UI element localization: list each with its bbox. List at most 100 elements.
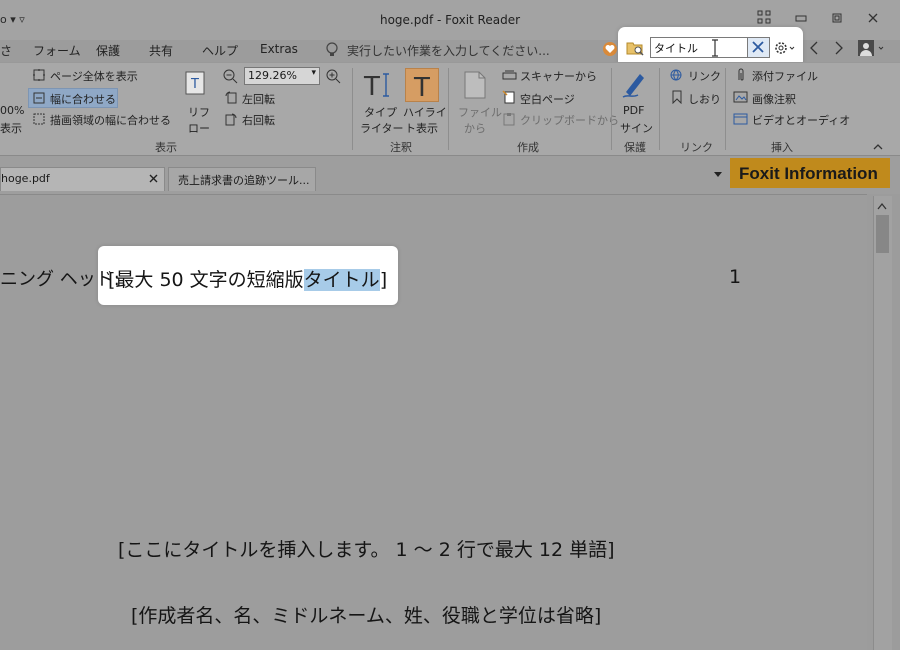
scroll-up-icon[interactable]: [876, 200, 888, 214]
ribbon-divider: [725, 68, 726, 150]
typewriter-icon: T: [362, 70, 394, 103]
pen-sign-icon: [620, 70, 648, 103]
page-number: 1: [729, 266, 742, 288]
clear-search-button[interactable]: [748, 37, 770, 58]
zoom-in-icon[interactable]: [325, 68, 341, 87]
search-settings-icon[interactable]: [773, 40, 795, 59]
fit-visible-icon: [32, 112, 46, 129]
restore-icon[interactable]: [827, 12, 847, 27]
full-page-icon: [32, 68, 46, 85]
group-label-insert: 挿入: [771, 141, 793, 154]
pdf-sign-label-2[interactable]: サイン: [620, 120, 653, 136]
from-scanner-button[interactable]: スキャナーから: [520, 68, 597, 84]
close-tab-icon[interactable]: [148, 171, 160, 188]
svg-text:T: T: [363, 72, 380, 100]
group-label-create: 作成: [517, 141, 539, 154]
find-input[interactable]: [650, 37, 748, 58]
chevron-down-icon: ▾: [311, 68, 316, 78]
video-audio-button[interactable]: ビデオとオーディオ: [752, 112, 850, 128]
from-file-label-2[interactable]: から: [464, 120, 486, 136]
rotate-left-icon: [224, 90, 238, 107]
reflow-label-2[interactable]: ロー: [188, 120, 210, 136]
zoom-select[interactable]: 129.26% ▾: [244, 67, 320, 85]
attachment-button[interactable]: 添付ファイル: [752, 68, 818, 84]
fit-width-label: 幅に合わせる: [50, 93, 116, 106]
highlight-label-1: ハイライ: [403, 106, 447, 119]
tab-sales-invoice[interactable]: 売上請求書の追跡ツール...: [168, 167, 316, 191]
link-icon: [669, 68, 684, 85]
actual-size-label-2[interactable]: 表示: [0, 120, 22, 136]
group-label-protect: 保護: [624, 141, 646, 154]
scrollbar-thumb[interactable]: [876, 215, 889, 253]
image-annotation-button[interactable]: 画像注釈: [752, 91, 796, 107]
close-window-icon[interactable]: [863, 12, 883, 27]
attachment-icon: [734, 68, 748, 85]
reflow-label-1[interactable]: リフ: [188, 104, 210, 120]
image-annotation-icon: [733, 90, 748, 107]
rotate-right-button[interactable]: 右回転: [242, 112, 275, 128]
svg-text:T: T: [190, 77, 199, 92]
menu-bar: さ フォーム 保護 共有 ヘルプ Extras 実行したい作業を入力してください…: [0, 40, 600, 60]
file-icon: [462, 70, 488, 103]
highlight-button[interactable]: T: [405, 68, 439, 103]
search-match: タイトル: [303, 269, 380, 291]
next-result-icon[interactable]: [833, 40, 845, 59]
menu-item-protect[interactable]: 保護: [96, 42, 120, 59]
tab-list-dropdown-icon[interactable]: [712, 168, 724, 183]
authors-placeholder: [作成者名、名、ミドルネーム、姓、役職と学位は省略]: [131, 605, 602, 627]
user-account-icon[interactable]: [857, 39, 887, 60]
running-head-after: ]: [379, 269, 388, 291]
highlight-label-2: ト表示: [405, 122, 438, 135]
clipboard-icon: [502, 112, 517, 129]
zoom-value: 129.26%: [248, 69, 297, 82]
blank-page-icon: [502, 90, 517, 107]
menu-item-partial[interactable]: さ: [0, 42, 12, 59]
ribbon-display-icon[interactable]: [754, 10, 774, 27]
zoom-out-icon[interactable]: [222, 68, 238, 87]
tab-hoge-pdf[interactable]: hoge.pdf: [0, 167, 165, 191]
group-label-view: 表示: [155, 141, 177, 154]
actual-size-label-1[interactable]: 00%: [0, 104, 24, 117]
title-placeholder: [ここにタイトルを挿入します。 1 ～ 2 行で最大 12 単語]: [118, 539, 615, 561]
rotate-left-button[interactable]: 左回転: [242, 91, 275, 107]
svg-text:T: T: [413, 73, 430, 101]
bookmark-icon: [671, 90, 683, 107]
rotate-right-icon: [224, 112, 238, 129]
group-label-comment: 注釈: [390, 141, 412, 154]
tell-me-input[interactable]: 実行したい作業を入力してください...: [347, 42, 550, 59]
folder-search-icon[interactable]: [626, 39, 644, 60]
menu-item-form[interactable]: フォーム: [33, 42, 81, 59]
foxit-information-button[interactable]: Foxit Information: [730, 158, 890, 188]
ribbon-divider: [659, 68, 660, 150]
ribbon-divider: [448, 68, 449, 150]
link-button[interactable]: リンク: [688, 68, 721, 84]
from-file-label-1[interactable]: ファイル: [458, 104, 502, 120]
lightbulb-icon: [326, 42, 338, 56]
reflow-icon: T: [184, 70, 208, 99]
collapse-ribbon-icon[interactable]: [872, 140, 884, 154]
typewriter-label-1[interactable]: タイプ: [364, 104, 397, 120]
previous-result-icon[interactable]: [808, 40, 820, 59]
menu-item-extras[interactable]: Extras: [260, 42, 298, 56]
blank-page-button[interactable]: 空白ページ: [520, 91, 575, 107]
fit-visible-button[interactable]: 描画領域の幅に合わせる: [50, 112, 171, 128]
page-top-border: [0, 194, 867, 195]
scanner-icon: [502, 68, 517, 85]
minimize-icon[interactable]: [791, 12, 811, 27]
heart-icon[interactable]: [602, 41, 618, 60]
menu-item-help[interactable]: ヘルプ: [202, 42, 238, 59]
fit-width-icon: [32, 91, 46, 108]
vertical-scrollbar[interactable]: [873, 196, 892, 650]
full-page-button[interactable]: ページ全体を表示: [50, 68, 138, 84]
bookmark-button[interactable]: しおり: [688, 91, 721, 107]
typewriter-label-2[interactable]: ライター: [360, 120, 404, 136]
running-head-before: [最大 50 文字の短縮版: [108, 269, 304, 291]
running-head-label: ニング ヘッド:: [0, 269, 120, 290]
text-cursor-icon: [710, 39, 720, 60]
pdf-sign-label-1[interactable]: PDF: [623, 104, 644, 117]
ribbon-divider: [352, 68, 353, 150]
from-clipboard-button[interactable]: クリップボードから: [520, 112, 619, 128]
menu-item-share[interactable]: 共有: [149, 42, 173, 59]
tab-label: 売上請求書の追跡ツール...: [178, 174, 310, 187]
group-label-link: リンク: [680, 141, 713, 154]
